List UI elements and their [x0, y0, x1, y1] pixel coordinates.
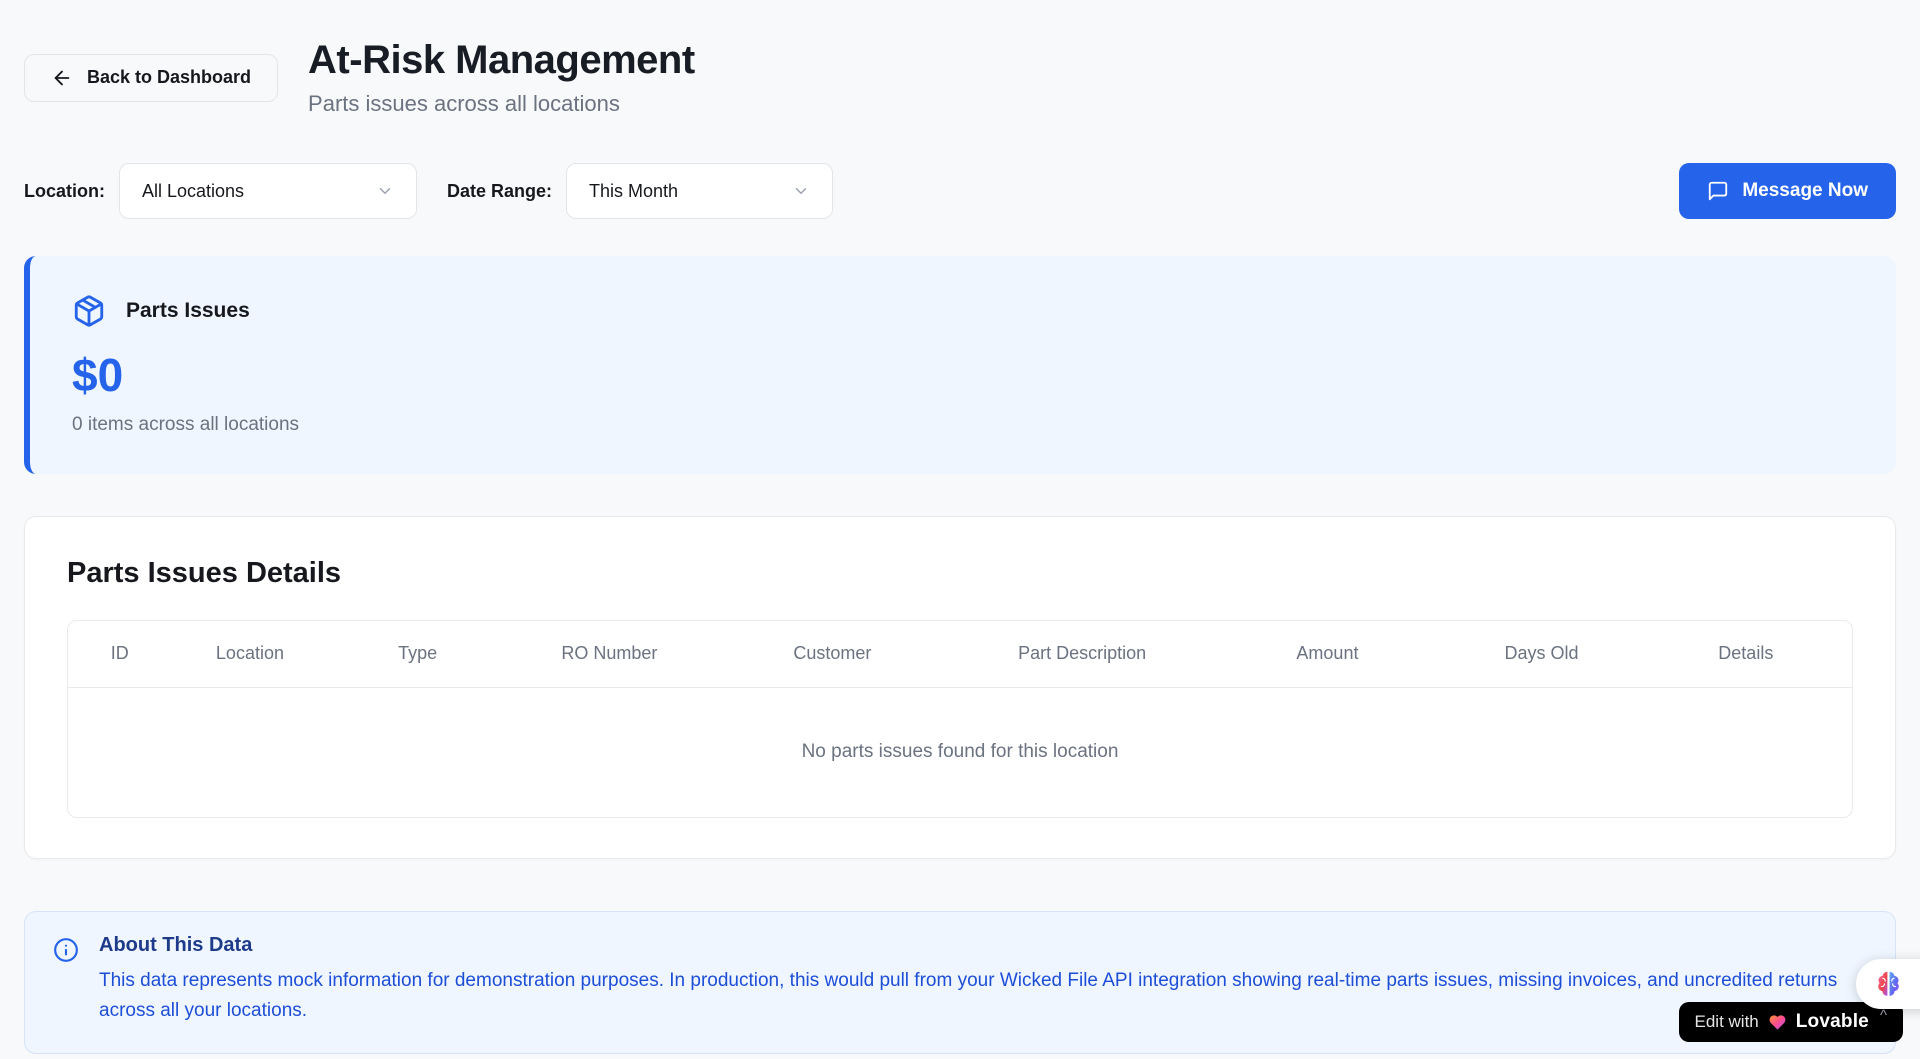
about-title: About This Data — [99, 934, 1859, 957]
title-block: At-Risk Management Parts issues across a… — [308, 38, 695, 117]
chevron-down-icon — [792, 182, 810, 200]
parts-issues-summary-card: Parts Issues $0 0 items across all locat… — [24, 256, 1896, 474]
summary-amount: $0 — [72, 348, 1854, 402]
location-select-value: All Locations — [142, 181, 244, 202]
location-select[interactable]: All Locations — [119, 163, 417, 219]
column-header-type: Type — [328, 621, 506, 687]
brain-icon — [1872, 968, 1905, 1001]
column-header-part-description: Part Description — [953, 621, 1212, 687]
message-square-icon — [1707, 180, 1729, 202]
column-header-details: Details — [1640, 621, 1852, 687]
summary-caption: 0 items across all locations — [72, 414, 1854, 436]
message-now-label: Message Now — [1742, 180, 1868, 202]
assistant-bubble[interactable] — [1856, 959, 1920, 1009]
chevron-down-icon — [376, 182, 394, 200]
lovable-badge-brand: Lovable — [1796, 1011, 1869, 1033]
about-body: This data represents mock information fo… — [99, 966, 1859, 1027]
empty-state-message: No parts issues found for this location — [68, 687, 1852, 817]
info-icon — [53, 937, 79, 1027]
back-to-dashboard-button[interactable]: Back to Dashboard — [24, 54, 278, 102]
arrow-left-icon — [51, 67, 73, 89]
date-range-select-value: This Month — [589, 181, 678, 202]
about-this-data-card: About This Data This data represents moc… — [24, 911, 1896, 1054]
summary-card-title: Parts Issues — [126, 299, 250, 323]
date-range-filter-label: Date Range: — [447, 181, 552, 202]
back-button-label: Back to Dashboard — [87, 67, 251, 88]
page-title: At-Risk Management — [308, 38, 695, 83]
column-header-id: ID — [68, 621, 171, 687]
parts-issues-table: ID Location Type RO Number Customer Part… — [67, 620, 1853, 818]
edit-with-lovable-badge[interactable]: Edit with Lovable ^ — [1679, 1002, 1904, 1042]
parts-issues-details-card: Parts Issues Details ID Location Type RO… — [24, 516, 1896, 859]
filter-toolbar: Location: All Locations Date Range: This… — [24, 163, 1896, 219]
date-range-select[interactable]: This Month — [566, 163, 833, 219]
page-header: Back to Dashboard At-Risk Management Par… — [24, 0, 1896, 117]
column-header-amount: Amount — [1212, 621, 1444, 687]
column-header-days-old: Days Old — [1443, 621, 1639, 687]
collapse-caret[interactable]: ^ — [1880, 1007, 1887, 1024]
lovable-badge-prefix: Edit with — [1695, 1012, 1759, 1032]
message-now-button[interactable]: Message Now — [1679, 163, 1896, 219]
package-icon — [72, 294, 106, 328]
table-header-row: ID Location Type RO Number Customer Part… — [68, 621, 1852, 687]
location-filter-label: Location: — [24, 181, 105, 202]
heart-icon — [1768, 1013, 1787, 1032]
empty-state-row: No parts issues found for this location — [68, 687, 1852, 817]
about-content: About This Data This data represents moc… — [99, 934, 1859, 1027]
column-header-customer: Customer — [712, 621, 953, 687]
details-card-title: Parts Issues Details — [67, 557, 1853, 590]
column-header-location: Location — [171, 621, 328, 687]
column-header-ro-number: RO Number — [507, 621, 712, 687]
at-risk-management-page: Back to Dashboard At-Risk Management Par… — [0, 0, 1920, 1054]
page-subtitle: Parts issues across all locations — [308, 91, 695, 117]
